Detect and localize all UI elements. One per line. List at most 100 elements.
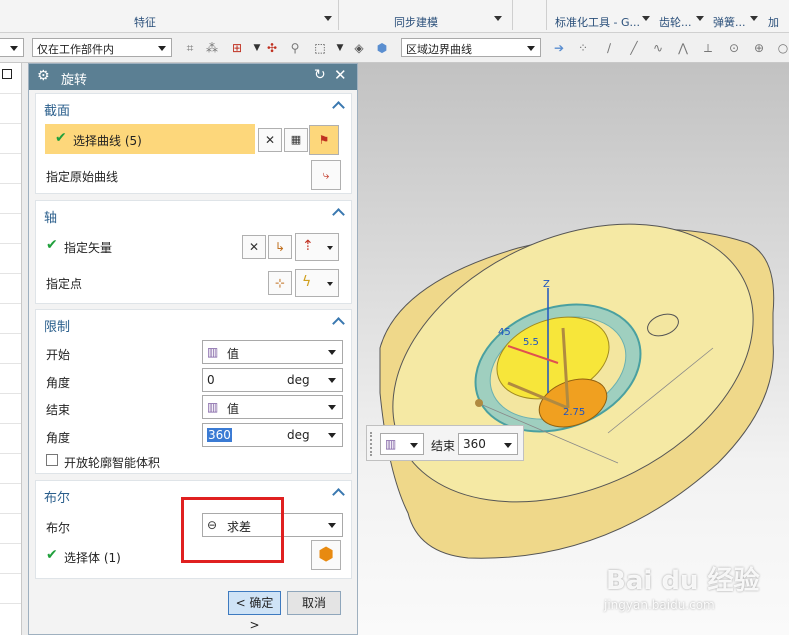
curve-rule-icon[interactable]: ✕ bbox=[258, 128, 282, 152]
ribbon-group-gear[interactable]: 齿轮... bbox=[659, 14, 692, 30]
ribbon-group-sync-modeling[interactable]: 同步建模 bbox=[394, 14, 438, 30]
end-limit-float-toolbar: ▥ 结束 360 bbox=[366, 425, 524, 461]
end-angle-input[interactable]: 360 deg bbox=[202, 423, 343, 447]
value-icon: ▥ bbox=[207, 400, 219, 414]
point-dialog-icon[interactable]: ⊹ bbox=[268, 271, 292, 295]
end-mode-button[interactable]: ▥ bbox=[380, 433, 424, 455]
select-body-icon[interactable]: ⬢ bbox=[375, 41, 389, 55]
vector-dialog-icon[interactable]: ↳ bbox=[268, 235, 292, 259]
select-features-icon[interactable]: ⁂ bbox=[205, 41, 219, 55]
chevron-down-icon bbox=[504, 443, 512, 448]
curve-icon[interactable]: ⚑ bbox=[309, 125, 339, 155]
reverse-direction-icon[interactable]: ✕ bbox=[242, 235, 266, 259]
watermark-logo: Bai du 经验 bbox=[606, 566, 760, 596]
ribbon-group-feature[interactable]: 特征 bbox=[134, 14, 156, 30]
ribbon-group-standard-tools[interactable]: 标准化工具 - G... bbox=[555, 14, 640, 30]
dim-label-z: Z bbox=[543, 279, 550, 290]
chevron-up-icon[interactable] bbox=[332, 101, 345, 114]
chevron-up-icon[interactable] bbox=[332, 208, 345, 221]
point-inferred-icon: ϟ bbox=[302, 274, 312, 290]
axis-group-header[interactable]: 轴 bbox=[36, 201, 351, 227]
navigator-divider bbox=[0, 603, 21, 604]
section-group-header[interactable]: 截面 bbox=[36, 94, 351, 120]
tangent-icon[interactable]: ⟂ bbox=[701, 41, 715, 55]
axis-point bbox=[475, 399, 483, 407]
end-label: 结束 bbox=[46, 403, 71, 417]
chevron-up-icon[interactable] bbox=[332, 488, 345, 501]
chevron-down-icon[interactable]: ▼ bbox=[333, 41, 347, 55]
boolean-label: 布尔 bbox=[46, 521, 71, 535]
check-icon: ✔ bbox=[55, 130, 67, 146]
point-snap-icon[interactable]: ⊞ bbox=[230, 41, 244, 55]
quadrant-icon[interactable]: ⊕ bbox=[752, 41, 766, 55]
gear-icon: ⚙ bbox=[37, 68, 50, 84]
limits-group-header[interactable]: 限制 bbox=[36, 310, 351, 336]
chevron-down-icon[interactable] bbox=[328, 433, 336, 438]
original-curve-icon[interactable]: ⤷ bbox=[311, 160, 341, 190]
spline-points-icon[interactable]: ⁘ bbox=[576, 41, 590, 55]
open-profile-checkbox[interactable] bbox=[46, 454, 58, 466]
start-mode-select[interactable]: ▥ 值 bbox=[202, 340, 343, 364]
chevron-down-icon bbox=[410, 443, 418, 448]
navigator-divider bbox=[0, 363, 21, 364]
ribbon-group-gear-dropdown[interactable] bbox=[696, 16, 704, 21]
dialog-title-bar[interactable]: ⚙ 旋转 ↻ ✕ bbox=[29, 64, 357, 90]
ok-button[interactable]: < 确定 > bbox=[228, 591, 281, 632]
curve-icon[interactable]: ∿ bbox=[651, 41, 665, 55]
end-angle-value: 360 bbox=[207, 428, 232, 442]
sketch-section-icon[interactable]: ▦ bbox=[284, 128, 308, 152]
ribbon-group-spring[interactable]: 弹簧... bbox=[713, 14, 746, 30]
rectangle-select-icon[interactable]: ⬚ bbox=[313, 41, 327, 55]
chevron-down-icon bbox=[527, 46, 535, 51]
ribbon-group-standard-dropdown[interactable] bbox=[642, 16, 650, 21]
chevron-down-icon[interactable]: ▼ bbox=[250, 41, 264, 55]
navigator-divider bbox=[0, 423, 21, 424]
navigator-divider bbox=[0, 123, 21, 124]
boolean-group-title: 布尔 bbox=[44, 491, 71, 506]
select-curve-row[interactable]: ✔ 选择曲线 (5) bbox=[45, 124, 255, 154]
type-filter-combo[interactable] bbox=[0, 38, 24, 57]
vector-type-dropdown[interactable]: ⇡ bbox=[295, 233, 339, 261]
chevron-down-icon[interactable] bbox=[328, 378, 336, 383]
selection-toolbar: 仅在工作部件内 ⌗ ⁂ ⊞ ▼ ✣ ⚲ ⬚ ▼ ◈ ⬢ 区域边界曲线 ➔ ⁘ ∕… bbox=[0, 33, 789, 63]
end-mode-select[interactable]: ▥ 值 bbox=[202, 395, 343, 419]
value-icon: ▥ bbox=[385, 437, 397, 451]
original-curve-row: 指定原始曲线 bbox=[36, 160, 351, 190]
circle-icon[interactable]: ○ bbox=[776, 41, 789, 55]
snap-icon[interactable]: ⌗ bbox=[183, 41, 197, 55]
ribbon-separator bbox=[338, 0, 339, 30]
close-icon[interactable]: ✕ bbox=[334, 66, 347, 84]
ribbon-separator bbox=[512, 0, 513, 30]
curve-rule-combo[interactable]: 区域边界曲线 bbox=[401, 38, 541, 57]
selection-scope-combo[interactable]: 仅在工作部件内 bbox=[32, 38, 172, 57]
start-label: 开始 bbox=[46, 348, 71, 362]
arrow-right-icon[interactable]: ➔ bbox=[552, 41, 566, 55]
line-icon[interactable]: ∕ bbox=[602, 41, 616, 55]
ribbon-group-sync-dropdown[interactable] bbox=[494, 16, 502, 21]
cancel-button[interactable]: 取消 bbox=[287, 591, 341, 615]
polyline-icon[interactable]: ⋀ bbox=[676, 41, 690, 55]
chevron-up-icon[interactable] bbox=[332, 317, 345, 330]
drag-handle[interactable] bbox=[370, 432, 374, 456]
maximize-icon[interactable] bbox=[2, 69, 12, 79]
limits-group: 限制 开始 ▥ 值 角度 0 deg 结束 ▥ 值 角度 360 deg 开放轮… bbox=[35, 309, 352, 474]
float-end-input[interactable]: 360 bbox=[458, 433, 518, 455]
ribbon-group-feature-dropdown[interactable] bbox=[324, 16, 332, 21]
start-angle-input[interactable]: 0 deg bbox=[202, 368, 343, 392]
select-point-icon[interactable]: ✣ bbox=[265, 41, 279, 55]
graphics-viewport[interactable]: Z 45 5.5 2.75 bbox=[358, 63, 789, 635]
start-angle-label: 角度 bbox=[46, 376, 71, 390]
solid-body-icon[interactable]: ⬢ bbox=[311, 540, 341, 570]
select-face-icon[interactable]: ◈ bbox=[352, 41, 366, 55]
reset-icon[interactable]: ↻ bbox=[314, 67, 326, 83]
vector-axis-icon: ⇡ bbox=[302, 238, 314, 254]
circle-center-icon[interactable]: ⊙ bbox=[727, 41, 741, 55]
select-intent-icon[interactable]: ⚲ bbox=[288, 41, 302, 55]
check-icon: ✔ bbox=[46, 237, 58, 253]
line-diagonal-icon[interactable]: ╱ bbox=[627, 41, 641, 55]
navigator-divider bbox=[0, 183, 21, 184]
point-type-dropdown[interactable]: ϟ bbox=[295, 269, 339, 297]
dim-label-depth: 2.75 bbox=[563, 407, 585, 418]
end-angle-label: 角度 bbox=[46, 431, 71, 445]
ribbon-group-spring-dropdown[interactable] bbox=[750, 16, 758, 21]
